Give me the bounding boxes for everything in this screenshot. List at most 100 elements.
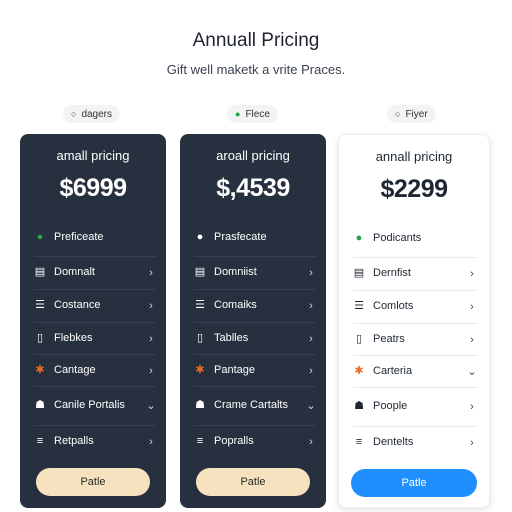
chevron-right-icon: ›	[470, 333, 474, 346]
plan-highlight: ● Podicants	[353, 232, 473, 244]
feature-label: Comaiks	[214, 299, 257, 312]
check-circle-icon: ●	[36, 230, 44, 243]
feature-row-3[interactable]: ▯ Tablles ›	[194, 322, 316, 354]
feature-row-4[interactable]: ✱ Carteria ⌄	[353, 355, 477, 387]
chevron-right-icon: ›	[309, 266, 313, 279]
chevron-down-icon: ⌄	[467, 366, 477, 378]
plan-highlight: ● Preficeate	[34, 231, 154, 243]
plan-name: amall pricing	[56, 148, 130, 163]
star-icon: ✱	[354, 365, 364, 377]
chevron-right-icon: ›	[149, 266, 153, 279]
chevron-right-icon: ›	[149, 435, 153, 448]
check-circle-icon: ●	[355, 231, 363, 244]
chevron-right-icon: ›	[470, 436, 474, 449]
plan-tag-1: ○ dagers	[63, 105, 121, 123]
chevron-right-icon: ›	[309, 299, 313, 312]
feature-label: Poople	[373, 400, 408, 413]
plan-tag-label: dagers	[81, 108, 113, 120]
feature-row-2[interactable]: ☰ Costance ›	[34, 289, 156, 321]
feature-row-5[interactable]: ☗ Crame Cartalts ⌄	[194, 386, 316, 424]
feature-label: Dentelts	[373, 436, 414, 449]
list-icon: ≡	[196, 435, 204, 447]
list-icon: ≡	[355, 436, 363, 448]
info-circle-icon: ●	[196, 230, 204, 243]
feature-row-1[interactable]: ▤ Domniist ›	[194, 256, 316, 288]
plan-highlight-label: Podicants	[373, 232, 422, 244]
chevron-right-icon: ›	[309, 332, 313, 345]
feature-row-2[interactable]: ☰ Comlots ›	[353, 290, 477, 322]
pricing-card-3: annall pricing $2299 ● Podicants ▤ Dernf…	[338, 134, 490, 508]
chevron-right-icon: ›	[309, 364, 313, 377]
chevron-right-icon: ›	[149, 299, 153, 312]
feature-label: Domnalt	[54, 266, 95, 279]
feature-label: Comlots	[373, 300, 414, 313]
feature-label: Costance	[54, 299, 101, 312]
chevron-right-icon: ›	[470, 300, 474, 313]
feature-row-5[interactable]: ☗ Poople ›	[353, 387, 477, 425]
feature-row-1[interactable]: ▤ Domnalt ›	[34, 256, 156, 288]
plan-highlight-label: Prasfecate	[214, 231, 267, 243]
circle-icon: ○	[71, 108, 77, 119]
plan-highlight-label: Preficeate	[54, 231, 104, 243]
building-icon: ▤	[194, 266, 206, 278]
plan-price: $,4539	[216, 174, 290, 202]
people-icon: ☗	[35, 399, 45, 411]
document-icon: ▯	[196, 332, 204, 344]
feature-label: Pantage	[214, 364, 255, 377]
chevron-down-icon: ⌄	[306, 400, 316, 412]
chevron-right-icon: ›	[149, 364, 153, 377]
plan-tag-label: Flece	[245, 108, 270, 120]
feature-label: Crame Cartalts	[214, 399, 288, 412]
people-icon: ☗	[354, 400, 364, 412]
plan-name: aroall pricing	[216, 148, 290, 163]
feature-row-6[interactable]: ≡ Popralls ›	[194, 425, 316, 457]
feature-row-6[interactable]: ≡ Retpalls ›	[34, 425, 156, 457]
circle-icon: ○	[395, 108, 401, 119]
page-title: Annuall Pricing	[192, 30, 320, 51]
feature-row-3[interactable]: ▯ Peatrs ›	[353, 323, 477, 355]
plan-highlight: ● Prasfecate	[194, 231, 314, 243]
plan-tag-label: Fiyer	[405, 108, 428, 120]
feature-label: Canile Portalis	[54, 399, 125, 412]
select-plan-button[interactable]: Patle	[351, 469, 477, 497]
feature-row-5[interactable]: ☗ Canile Portalis ⌄	[34, 386, 156, 424]
plan-tag-3: ○ Fiyer	[387, 105, 436, 123]
document-icon: ▯	[36, 332, 44, 344]
plan-tag-2: ● Flece	[227, 105, 278, 123]
feature-row-3[interactable]: ▯ Flebkes ›	[34, 322, 156, 354]
feature-label: Tablles	[214, 332, 249, 345]
layers-icon: ☰	[354, 300, 364, 312]
pricing-card-2: aroall pricing $,4539 ● Prasfecate ▤ Dom…	[180, 134, 326, 508]
star-icon: ✱	[35, 364, 45, 376]
plan-price: $2299	[380, 175, 448, 203]
feature-row-4[interactable]: ✱ Pantage ›	[194, 354, 316, 386]
people-icon: ☗	[195, 399, 205, 411]
chevron-down-icon: ⌄	[146, 400, 156, 412]
feature-label: Flebkes	[54, 332, 93, 345]
feature-row-6[interactable]: ≡ Dentelts ›	[353, 426, 477, 458]
star-icon: ✱	[195, 364, 205, 376]
select-plan-button[interactable]: Patle	[36, 468, 150, 496]
feature-label: Cantage	[54, 364, 96, 377]
feature-row-4[interactable]: ✱ Cantage ›	[34, 354, 156, 386]
list-icon: ≡	[36, 435, 44, 447]
chevron-right-icon: ›	[470, 400, 474, 413]
building-icon: ▤	[34, 266, 46, 278]
feature-row-1[interactable]: ▤ Dernfist ›	[353, 257, 477, 289]
chevron-right-icon: ›	[470, 267, 474, 280]
feature-label: Carteria	[373, 365, 413, 378]
layers-icon: ☰	[195, 299, 205, 311]
feature-label: Peatrs	[373, 333, 405, 346]
pricing-card-1: amall pricing $6999 ● Preficeate ▤ Domna…	[20, 134, 166, 508]
plan-name: annall pricing	[375, 149, 453, 164]
feature-row-2[interactable]: ☰ Comaiks ›	[194, 289, 316, 321]
feature-label: Popralls	[214, 435, 254, 448]
chevron-right-icon: ›	[149, 332, 153, 345]
feature-label: Dernfist	[373, 267, 411, 280]
feature-label: Retpalls	[54, 435, 94, 448]
feature-label: Domniist	[214, 266, 257, 279]
green-dot-icon: ●	[235, 108, 241, 119]
select-plan-button[interactable]: Patle	[196, 468, 310, 496]
building-icon: ▤	[353, 267, 365, 279]
plan-price: $6999	[59, 174, 127, 202]
